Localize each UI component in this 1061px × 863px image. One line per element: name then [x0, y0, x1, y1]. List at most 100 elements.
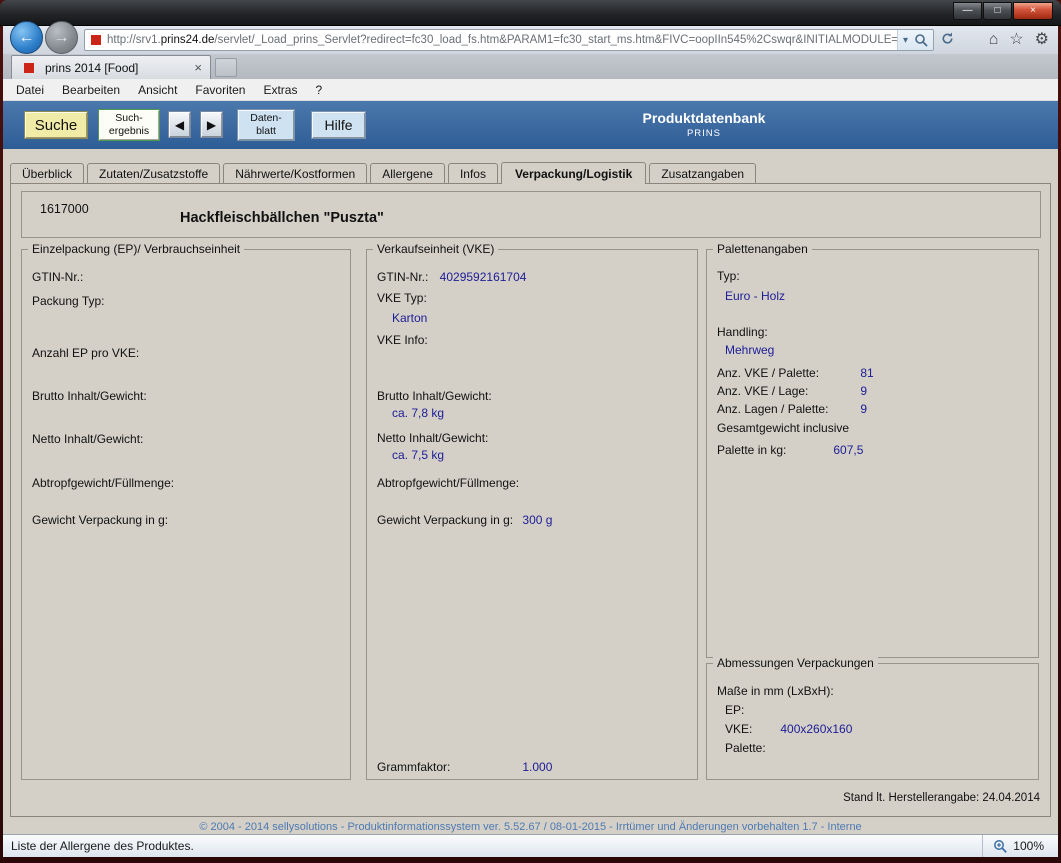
- palette-gesamt-value: 607,5: [833, 443, 863, 457]
- site-favicon: [91, 35, 101, 45]
- status-bar: Liste der Allergene des Produktes. 100%: [3, 834, 1058, 857]
- menu-ansicht[interactable]: Ansicht: [129, 83, 186, 97]
- vke-netto-label: Netto Inhalt/Gewicht:: [377, 431, 488, 445]
- zoom-control[interactable]: 100%: [982, 835, 1058, 857]
- abmessungen-vke-value: 400x260x160: [780, 722, 852, 736]
- palette-lagen-palette-value: 9: [860, 402, 867, 416]
- app-title-block: Produktdatenbank PRINS: [556, 110, 852, 139]
- search-icon[interactable]: [914, 33, 928, 47]
- abmessungen-ep-label: EP:: [725, 703, 744, 717]
- tools-gear-icon[interactable]: ⚙: [1035, 28, 1049, 52]
- palette-vke-palette-label: Anz. VKE / Palette:: [717, 366, 857, 380]
- suche-button[interactable]: Suche: [24, 111, 88, 139]
- tab-favicon: [24, 63, 34, 73]
- palette-typ-label: Typ:: [717, 269, 740, 283]
- palette-typ-value: Euro - Holz: [725, 289, 785, 303]
- einzelpackung-legend: Einzelpackung (EP)/ Verbrauchseinheit: [28, 242, 244, 256]
- vke-grammfaktor-label: Grammfaktor:: [377, 760, 519, 774]
- record-back-button[interactable]: ◀: [168, 111, 191, 138]
- vke-brutto-label: Brutto Inhalt/Gewicht:: [377, 389, 492, 403]
- forward-arrow-icon: →: [54, 29, 70, 47]
- vke-netto-value: ca. 7,5 kg: [392, 448, 444, 462]
- vke-brutto-value: ca. 7,8 kg: [392, 406, 444, 420]
- tab-verpackung-logistik[interactable]: Verpackung/Logistik: [501, 162, 646, 184]
- window-titlebar[interactable]: — □ ×: [0, 0, 1061, 26]
- page-body: Überblick Zutaten/Zusatzstoffe Nährwerte…: [3, 149, 1058, 834]
- minimize-button[interactable]: —: [953, 2, 982, 20]
- browser-tab-bar: prins 2014 [Food] ×: [3, 54, 1058, 79]
- browser-toolbar-icons: ⌂ ☆ ⚙: [989, 28, 1049, 52]
- palette-gesamt-label-1: Gesamtgewicht inclusive: [717, 421, 849, 435]
- abmessungen-groupbox: Abmessungen Verpackungen Maße in mm (LxB…: [706, 663, 1039, 780]
- menu-help[interactable]: ?: [306, 83, 331, 97]
- ep-anzahl-label: Anzahl EP pro VKE:: [32, 346, 139, 360]
- datenblatt-button[interactable]: Daten- blatt: [237, 109, 295, 141]
- address-side-tools: [940, 31, 955, 46]
- forward-button[interactable]: →: [45, 21, 78, 54]
- chevron-down-icon[interactable]: ▾: [903, 35, 908, 46]
- maximize-button[interactable]: □: [983, 2, 1012, 20]
- paletten-groupbox: Palettenangaben Typ: Euro - Holz Handlin…: [706, 249, 1039, 658]
- menu-favoriten[interactable]: Favoriten: [186, 83, 254, 97]
- tab-close-icon[interactable]: ×: [192, 60, 204, 75]
- tab-zutaten-zusatzstoffe[interactable]: Zutaten/Zusatzstoffe: [87, 163, 220, 183]
- palette-vke-lage-label: Anz. VKE / Lage:: [717, 384, 857, 398]
- tab-ueberblick[interactable]: Überblick: [10, 163, 84, 183]
- new-tab-button[interactable]: [215, 58, 237, 77]
- menu-datei[interactable]: Datei: [7, 83, 53, 97]
- ep-abtropf-label: Abtropfgewicht/Füllmenge:: [32, 476, 174, 490]
- einzelpackung-groupbox: Einzelpackung (EP)/ Verbrauchseinheit GT…: [21, 249, 351, 780]
- ep-gtin-label: GTIN-Nr.:: [32, 270, 83, 284]
- abmessungen-palette-label: Palette:: [725, 741, 766, 755]
- url-text[interactable]: http://srv1.prins24.de/servlet/_Load_pri…: [107, 34, 897, 46]
- content-panel: 1617000 Hackfleischbällchen "Puszta" Ein…: [10, 183, 1051, 817]
- stand-herstellerangabe: Stand lt. Herstellerangabe: 24.04.2014: [843, 792, 1040, 804]
- product-name: Hackfleischbällchen "Puszta": [180, 210, 384, 226]
- app-title: Produktdatenbank: [556, 110, 852, 126]
- ep-packung-typ-label: Packung Typ:: [32, 294, 105, 308]
- home-icon[interactable]: ⌂: [989, 28, 999, 52]
- close-button[interactable]: ×: [1013, 2, 1053, 20]
- address-bar[interactable]: http://srv1.prins24.de/servlet/_Load_pri…: [84, 29, 934, 51]
- palette-vke-lage-value: 9: [860, 384, 867, 398]
- palette-gesamt-label-2: Palette in kg:: [717, 443, 830, 457]
- vke-gewicht-label: Gewicht Verpackung in g:: [377, 513, 513, 527]
- vke-info-label: VKE Info:: [377, 333, 428, 347]
- tab-naehrwerte-kostformen[interactable]: Nährwerte/Kostformen: [223, 163, 367, 183]
- palette-handling-label: Handling:: [717, 325, 768, 339]
- browser-window: — □ × ← → http://srv1.prins24.de/servlet…: [0, 0, 1061, 863]
- paletten-legend: Palettenangaben: [713, 242, 812, 256]
- verkaufseinheit-legend: Verkaufseinheit (VKE): [373, 242, 498, 256]
- hilfe-button[interactable]: Hilfe: [311, 111, 366, 139]
- tab-infos[interactable]: Infos: [448, 163, 498, 183]
- tab-title: prins 2014 [Food]: [45, 61, 192, 75]
- palette-handling-value: Mehrweg: [725, 343, 774, 357]
- refresh-icon[interactable]: [940, 31, 955, 46]
- tab-zusatzangaben[interactable]: Zusatzangaben: [649, 163, 756, 183]
- back-button[interactable]: ←: [10, 21, 43, 54]
- browser-tab[interactable]: prins 2014 [Food] ×: [11, 55, 211, 79]
- tab-allergene[interactable]: Allergene: [370, 163, 445, 183]
- menu-extras[interactable]: Extras: [254, 83, 306, 97]
- vke-gewicht-value: 300 g: [522, 513, 552, 527]
- product-header-box: 1617000 Hackfleischbällchen "Puszta": [21, 191, 1041, 238]
- browser-menu-bar: Datei Bearbeiten Ansicht Favoriten Extra…: [3, 79, 1058, 101]
- suchergebnis-button[interactable]: Such- ergebnis: [98, 109, 160, 141]
- vke-grammfaktor-value: 1.000: [522, 760, 552, 774]
- product-tab-strip: Überblick Zutaten/Zusatzstoffe Nährwerte…: [10, 161, 1051, 183]
- back-arrow-icon: ←: [19, 29, 35, 47]
- ep-gewicht-label: Gewicht Verpackung in g:: [32, 513, 168, 527]
- vke-gtin-value: 4029592161704: [440, 270, 527, 284]
- ep-netto-label: Netto Inhalt/Gewicht:: [32, 432, 143, 446]
- favorites-star-icon[interactable]: ☆: [1009, 28, 1023, 52]
- ep-brutto-label: Brutto Inhalt/Gewicht:: [32, 389, 147, 403]
- menu-bearbeiten[interactable]: Bearbeiten: [53, 83, 129, 97]
- page-footer: © 2004 - 2014 sellysolutions - Produktin…: [3, 821, 1058, 833]
- vke-abtropf-label: Abtropfgewicht/Füllmenge:: [377, 476, 519, 490]
- record-forward-button[interactable]: ▶: [200, 111, 223, 138]
- vke-typ-value: Karton: [392, 311, 427, 325]
- status-message: Liste der Allergene des Produktes.: [3, 839, 982, 853]
- vke-gtin-label: GTIN-Nr.:: [377, 270, 428, 284]
- app-toolbar: Suche Such- ergebnis ◀ ▶ Daten- blatt Hi…: [3, 101, 1058, 149]
- abmessungen-legend: Abmessungen Verpackungen: [713, 656, 878, 670]
